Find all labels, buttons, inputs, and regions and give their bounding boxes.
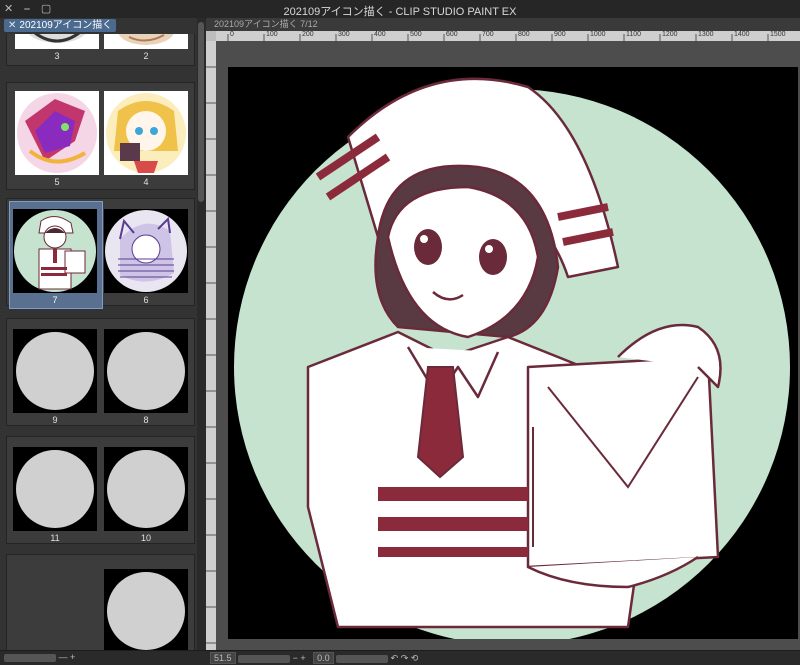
page-thumbnail-6[interactable] bbox=[104, 209, 188, 293]
spread: 7 6 bbox=[6, 198, 195, 309]
ruler-ticks bbox=[206, 66, 216, 644]
title-bar: ✕ ⎯ ▢ 202109アイコン描く - CLIP STUDIO PAINT E… bbox=[0, 0, 800, 19]
spread: 3 2 bbox=[6, 34, 195, 66]
ruler-label: 500 bbox=[410, 31, 422, 38]
page-manager-panel: ✕ 202109アイコン描く 3 2 5 4 7 6 9 8 11 10 bbox=[0, 18, 197, 650]
page-thumbnail-4[interactable] bbox=[104, 91, 188, 175]
page-number: 9 bbox=[52, 415, 58, 425]
ruler-label: 800 bbox=[518, 31, 530, 38]
window-title: 202109アイコン描く - CLIP STUDIO PAINT EX bbox=[283, 6, 517, 18]
page-number: 10 bbox=[140, 533, 151, 543]
ruler-label: 1400 bbox=[734, 31, 750, 38]
zoom-plus-icon[interactable]: + bbox=[300, 653, 305, 663]
page-thumbnail-10[interactable] bbox=[104, 447, 188, 531]
thumbnail-art bbox=[105, 210, 187, 292]
scrollbar-thumb[interactable] bbox=[198, 22, 204, 202]
zoom-value[interactable]: 51.5 bbox=[210, 652, 236, 664]
spread: 5 4 bbox=[6, 82, 195, 190]
thumbnail-zoom-buttons[interactable]: — + bbox=[59, 652, 76, 662]
ruler-label: 1200 bbox=[662, 31, 678, 38]
close-icon[interactable]: ✕ bbox=[8, 20, 16, 31]
placeholder-circle bbox=[107, 572, 185, 650]
ruler-label: 0 bbox=[230, 31, 234, 38]
ruler-label: 1100 bbox=[626, 31, 642, 38]
zoom-minus-icon[interactable]: − bbox=[293, 653, 298, 663]
spread: 11 10 bbox=[6, 436, 195, 544]
thumbnail-art bbox=[28, 34, 86, 43]
ruler-label: 200 bbox=[302, 31, 314, 38]
page-thumbnail-3[interactable] bbox=[15, 34, 99, 49]
canvas-tab-label: 202109アイコン描く 7/12 bbox=[214, 19, 318, 29]
rotate-right-icon[interactable]: ↷ bbox=[401, 653, 409, 663]
horizontal-ruler[interactable]: 0 100 200 300 400 500 600 700 800 900 10… bbox=[216, 31, 800, 41]
rotation-slider[interactable] bbox=[336, 654, 389, 663]
ruler-label: 1300 bbox=[698, 31, 714, 38]
page-thumbnail-5[interactable] bbox=[15, 91, 99, 175]
placeholder-circle bbox=[16, 332, 94, 410]
page-thumbnail-7[interactable] bbox=[13, 209, 97, 293]
spread: 12 bbox=[6, 554, 195, 650]
thumbnail-size-slider[interactable] bbox=[4, 653, 56, 662]
placeholder-circle bbox=[16, 450, 94, 528]
page-number: 5 bbox=[54, 177, 60, 187]
artboard[interactable] bbox=[228, 67, 798, 639]
document-tab-label: 202109アイコン描く bbox=[19, 20, 113, 31]
page-number: 3 bbox=[54, 51, 60, 61]
page-thumbnail-11[interactable] bbox=[13, 447, 97, 531]
ruler-label: 1500 bbox=[770, 31, 786, 38]
page-list[interactable]: 3 2 5 4 7 6 9 8 11 10 bbox=[6, 34, 196, 650]
placeholder-circle bbox=[107, 450, 185, 528]
page-number: 11 bbox=[50, 533, 60, 543]
page-thumbnail-8[interactable] bbox=[104, 329, 188, 413]
thumbnail-art bbox=[17, 93, 97, 173]
zoom-slider[interactable] bbox=[238, 654, 291, 663]
page-thumbnail-2[interactable] bbox=[104, 34, 188, 49]
page-list-scrollbar[interactable] bbox=[197, 18, 205, 650]
vertical-ruler[interactable] bbox=[206, 41, 216, 650]
page-thumbnail-12[interactable] bbox=[104, 569, 188, 650]
ruler-label: 300 bbox=[338, 31, 350, 38]
rotation-value[interactable]: 0.0 bbox=[313, 652, 334, 664]
panel-zoom-controls[interactable]: — + bbox=[4, 652, 75, 662]
thumbnail-art bbox=[106, 93, 186, 173]
page-number: 8 bbox=[143, 415, 149, 425]
ruler-label: 100 bbox=[266, 31, 278, 38]
canvas-workspace[interactable] bbox=[216, 41, 800, 650]
canvas-tab[interactable]: 202109アイコン描く 7/12 bbox=[206, 18, 800, 31]
status-bar: — + 51.5 − + 0.0 ↶ ↷ ⟲ bbox=[0, 650, 800, 665]
thumbnail-art bbox=[118, 34, 174, 45]
spread: 9 8 bbox=[6, 318, 195, 426]
ruler-label: 700 bbox=[482, 31, 494, 38]
page-number: 6 bbox=[143, 295, 149, 305]
canvas-zoom-controls[interactable]: 51.5 − + 0.0 ↶ ↷ ⟲ bbox=[210, 652, 418, 664]
document-tab[interactable]: ✕ 202109アイコン描く bbox=[4, 19, 117, 32]
page-number: 4 bbox=[143, 177, 149, 187]
reset-rotation-icon[interactable]: ⟲ bbox=[411, 653, 419, 663]
thumbnail-art bbox=[14, 210, 96, 292]
ruler-label: 400 bbox=[374, 31, 386, 38]
ruler-label: 900 bbox=[554, 31, 566, 38]
rotate-left-icon[interactable]: ↶ bbox=[391, 653, 399, 663]
page-number: 2 bbox=[143, 51, 149, 61]
page-thumbnail-9[interactable] bbox=[13, 329, 97, 413]
ruler-label: 1000 bbox=[590, 31, 606, 38]
page-number: 7 bbox=[52, 295, 58, 305]
placeholder-circle bbox=[107, 332, 185, 410]
ruler-corner bbox=[206, 31, 216, 41]
ruler-label: 600 bbox=[446, 31, 458, 38]
illustration bbox=[234, 77, 790, 639]
